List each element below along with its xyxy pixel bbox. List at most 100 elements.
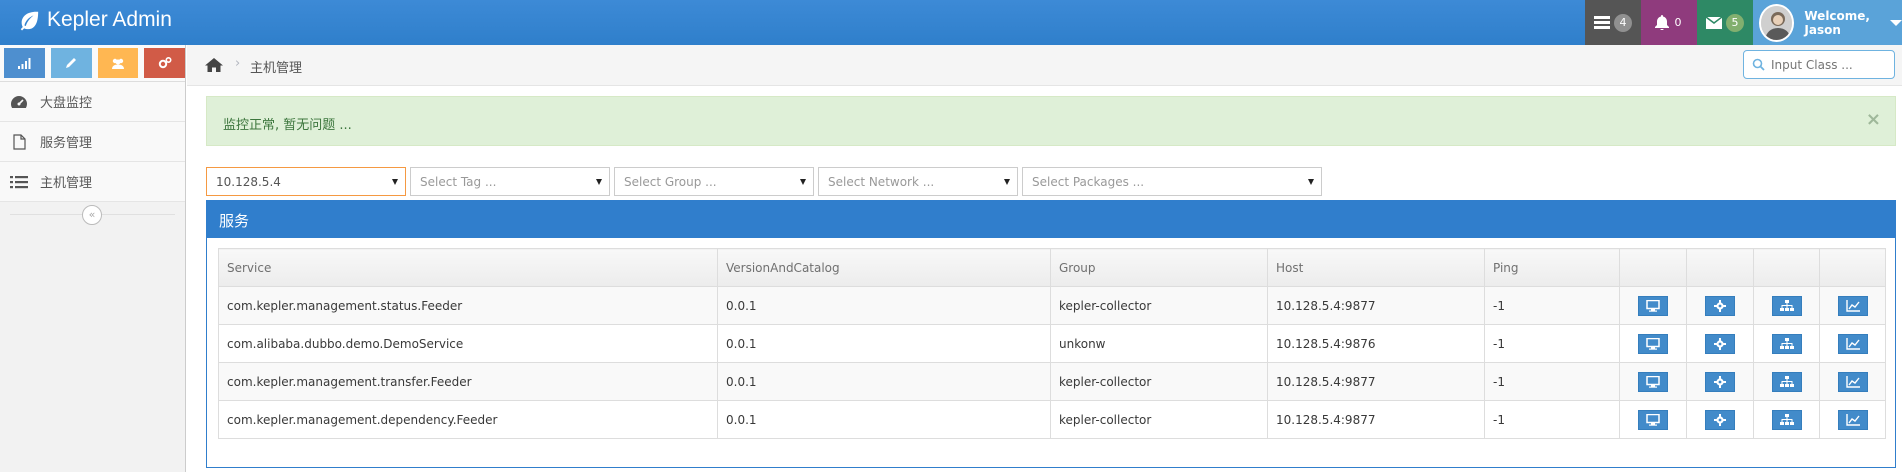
services-table: Service VersionAndCatalog Group Host Pin… xyxy=(218,248,1886,439)
breadcrumb-current: 主机管理 xyxy=(250,61,303,76)
cell-action xyxy=(1753,286,1820,325)
chart-icon xyxy=(1845,375,1860,388)
statistics-button[interactable] xyxy=(1837,409,1868,430)
table-row: com.kepler.management.transfer.Feeder 0.… xyxy=(218,362,1886,401)
topology-button[interactable] xyxy=(1771,371,1802,392)
services-panel: 服务 Service VersionAndCatalog Group Host … xyxy=(206,200,1896,468)
cell-action xyxy=(1686,400,1754,439)
monitor-button[interactable] xyxy=(1638,295,1668,316)
envelope-icon xyxy=(1706,16,1722,29)
settings-button[interactable] xyxy=(1705,295,1735,316)
shortcut-cogs-button[interactable] xyxy=(144,48,185,78)
caret-down-icon xyxy=(1890,19,1902,26)
shortcut-signal-button[interactable] xyxy=(4,48,45,78)
services-table-wrap: Service VersionAndCatalog Group Host Pin… xyxy=(218,248,1886,439)
cell-host: 10.128.5.4:9877 xyxy=(1267,286,1485,325)
chevron-down-icon xyxy=(1004,179,1010,185)
statistics-button[interactable] xyxy=(1837,333,1868,354)
sidebar-item-dashboard[interactable]: 大盘监控 xyxy=(0,82,185,122)
cell-ping: -1 xyxy=(1484,362,1620,401)
user-photo-icon xyxy=(1761,5,1793,40)
avatar xyxy=(1759,3,1795,42)
sitemap-icon xyxy=(1779,375,1794,387)
column-header[interactable]: Ping xyxy=(1484,248,1620,287)
breadcrumb: › 主机管理 xyxy=(187,45,1902,86)
statistics-button[interactable] xyxy=(1837,295,1868,316)
column-header[interactable]: Host xyxy=(1267,248,1485,287)
packages-select[interactable]: Select Packages ... xyxy=(1022,167,1322,196)
table-row: com.alibaba.dubbo.demo.DemoService 0.0.1… xyxy=(218,324,1886,363)
column-header-empty xyxy=(1819,248,1886,287)
cell-service: com.kepler.management.dependency.Feeder xyxy=(218,400,718,439)
statistics-button[interactable] xyxy=(1837,371,1868,392)
home-icon[interactable] xyxy=(205,57,223,73)
settings-button[interactable] xyxy=(1705,409,1735,430)
host-select[interactable]: 10.128.5.4 xyxy=(206,167,406,196)
column-header-empty xyxy=(1619,248,1687,287)
brand[interactable]: Kepler Admin xyxy=(18,8,172,32)
cell-group: kepler-collector xyxy=(1050,362,1268,401)
sidebar-item-services[interactable]: 服务管理 xyxy=(0,122,185,162)
column-header[interactable]: Group xyxy=(1050,248,1268,287)
cell-action xyxy=(1686,286,1754,325)
messages-menu[interactable]: 5 xyxy=(1697,0,1753,45)
sidebar-shortcuts xyxy=(0,45,185,82)
gear-icon xyxy=(1714,337,1726,350)
notifications-badge: 0 xyxy=(1674,15,1682,29)
sidebar-item-hosts[interactable]: 主机管理 xyxy=(0,162,185,202)
monitor-button[interactable] xyxy=(1638,409,1668,430)
sidebar-item-label: 大盘监控 xyxy=(40,96,93,111)
shortcut-users-button[interactable] xyxy=(97,48,139,78)
cell-host: 10.128.5.4:9877 xyxy=(1267,400,1485,439)
network-select[interactable]: Select Network ... xyxy=(818,167,1018,196)
settings-button[interactable] xyxy=(1705,333,1735,354)
sidebar-item-label: 主机管理 xyxy=(40,176,93,191)
cell-action xyxy=(1753,324,1820,363)
cell-version: 0.0.1 xyxy=(717,324,1051,363)
status-alert: 监控正常, 暂无问题 ... × xyxy=(206,96,1896,146)
tasks-badge: 4 xyxy=(1614,13,1632,32)
cell-host: 10.128.5.4:9876 xyxy=(1267,324,1485,363)
cell-host: 10.128.5.4:9877 xyxy=(1267,362,1485,401)
cell-service: com.kepler.management.transfer.Feeder xyxy=(218,362,718,401)
app-title: Kepler Admin xyxy=(47,8,172,31)
tasks-menu[interactable]: 4 xyxy=(1585,0,1641,45)
panel-title: 服务 xyxy=(207,201,1895,238)
cell-group: unkonw xyxy=(1050,324,1268,363)
settings-button[interactable] xyxy=(1705,371,1735,392)
cell-action xyxy=(1619,324,1687,363)
sitemap-icon xyxy=(1779,299,1794,311)
table-row: com.kepler.management.dependency.Feeder … xyxy=(218,400,1886,439)
group-select-value: Select Group ... xyxy=(624,175,717,189)
user-menu[interactable]: Welcome, Jason xyxy=(1753,0,1902,45)
sitemap-icon xyxy=(1779,413,1794,425)
topology-button[interactable] xyxy=(1771,409,1802,430)
alert-close-button[interactable]: × xyxy=(1866,109,1881,130)
user-name: Jason xyxy=(1804,22,1841,37)
column-header[interactable]: VersionAndCatalog xyxy=(717,248,1051,287)
topology-button[interactable] xyxy=(1771,295,1802,316)
bell-icon xyxy=(1655,15,1669,30)
search-input[interactable] xyxy=(1771,57,1891,72)
chevron-down-icon xyxy=(596,179,602,185)
desktop-icon xyxy=(1646,413,1660,426)
desktop-icon xyxy=(1646,337,1660,350)
notifications-menu[interactable]: 0 xyxy=(1641,0,1697,45)
cell-action xyxy=(1819,324,1886,363)
sidebar-collapse-button[interactable]: « xyxy=(82,205,102,225)
column-header-empty xyxy=(1753,248,1820,287)
group-select[interactable]: Select Group ... xyxy=(614,167,814,196)
sidebar-item-label: 服务管理 xyxy=(40,136,93,151)
cell-ping: -1 xyxy=(1484,400,1620,439)
column-header[interactable]: Service xyxy=(218,248,718,287)
tag-select[interactable]: Select Tag ... xyxy=(410,167,610,196)
search-icon xyxy=(1752,58,1765,71)
topology-button[interactable] xyxy=(1771,333,1802,354)
shortcut-pencil-button[interactable] xyxy=(50,48,92,78)
cogs-icon xyxy=(158,56,172,69)
monitor-button[interactable] xyxy=(1638,371,1668,392)
sidebar: 大盘监控 服务管理 主机管理 « xyxy=(0,45,186,472)
monitor-button[interactable] xyxy=(1638,333,1668,354)
welcome-text: Welcome, Jason xyxy=(1804,9,1870,37)
cell-action xyxy=(1619,400,1687,439)
